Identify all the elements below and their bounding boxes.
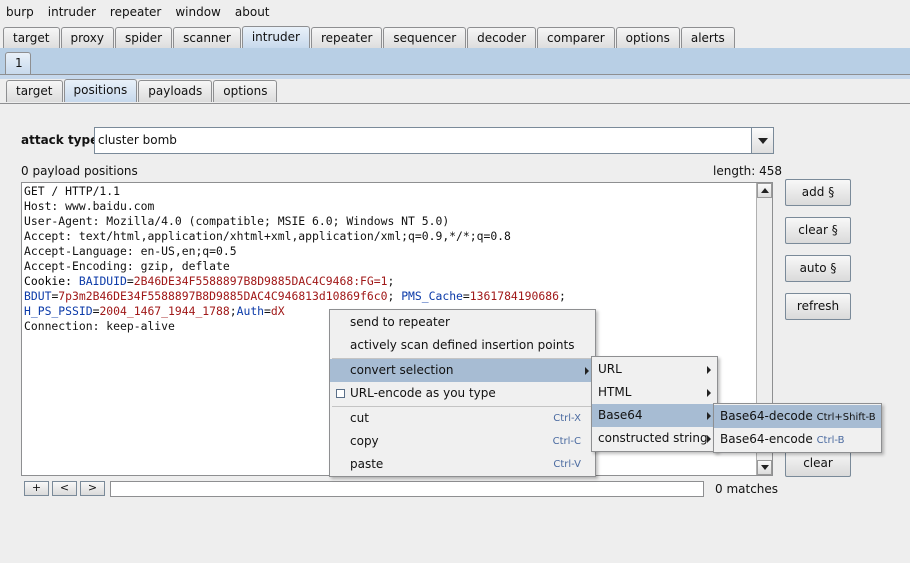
- menu-constructed-string[interactable]: constructed string: [592, 427, 717, 450]
- menu-repeater[interactable]: repeater: [110, 5, 161, 19]
- attack-tab-1[interactable]: 1: [5, 52, 31, 75]
- menu-base64[interactable]: Base64: [592, 404, 717, 427]
- search-input[interactable]: [110, 481, 704, 497]
- arrow-up-icon: [761, 188, 769, 193]
- menu-send-to-repeater[interactable]: send to repeater: [330, 311, 595, 334]
- base64-submenu: Base64-decode Ctrl+Shift-B Base64-encode…: [713, 403, 882, 453]
- tab-alerts[interactable]: alerts: [680, 27, 735, 49]
- intruder-tab-band: [0, 48, 910, 75]
- tab-decoder[interactable]: decoder: [467, 27, 537, 49]
- chevron-down-icon: [758, 138, 768, 144]
- menu-url[interactable]: URL: [592, 358, 717, 381]
- menu-base64-decode[interactable]: Base64-decode Ctrl+Shift-B: [714, 405, 881, 428]
- menu-html[interactable]: HTML: [592, 381, 717, 404]
- subtab-payloads[interactable]: payloads: [138, 80, 213, 102]
- sub-tab-bar: target positions payloads options: [6, 78, 278, 102]
- submenu-arrow-icon: [585, 367, 589, 375]
- scroll-down-button[interactable]: [757, 460, 772, 475]
- tab-intruder[interactable]: intruder: [241, 26, 310, 49]
- dropdown-arrow-button[interactable]: [751, 128, 773, 153]
- search-prev-button[interactable]: <: [52, 481, 77, 496]
- clear-markers-button[interactable]: clear §: [785, 217, 851, 244]
- menu-paste[interactable]: paste Ctrl-V: [330, 453, 595, 476]
- refresh-button[interactable]: refresh: [785, 293, 851, 320]
- menu-copy[interactable]: copy Ctrl-C: [330, 430, 595, 453]
- attack-tab-bar: 1: [5, 51, 32, 75]
- add-marker-button[interactable]: add §: [785, 179, 851, 206]
- tab-spider[interactable]: spider: [114, 27, 173, 49]
- tab-sequencer[interactable]: sequencer: [383, 27, 467, 49]
- menu-convert-selection[interactable]: convert selection: [330, 359, 595, 382]
- submenu-arrow-icon: [707, 412, 711, 420]
- attack-type-value: cluster bomb: [98, 133, 177, 147]
- menu-about[interactable]: about: [235, 5, 270, 19]
- menu-base64-encode[interactable]: Base64-encode Ctrl-B: [714, 428, 881, 451]
- tab-comparer[interactable]: comparer: [537, 27, 615, 49]
- subtab-positions[interactable]: positions: [63, 79, 138, 102]
- checkbox-icon[interactable]: [336, 389, 345, 398]
- search-add-button[interactable]: +: [24, 481, 49, 496]
- menu-burp[interactable]: burp: [6, 5, 34, 19]
- subtab-target[interactable]: target: [6, 80, 63, 102]
- scroll-up-button[interactable]: [757, 183, 772, 198]
- menu-url-encode-toggle[interactable]: URL-encode as you type: [330, 382, 595, 405]
- tab-scanner[interactable]: scanner: [173, 27, 241, 49]
- payload-positions-count: 0 payload positions: [21, 164, 138, 178]
- arrow-down-icon: [761, 465, 769, 470]
- context-menu: send to repeater actively scan defined i…: [329, 309, 596, 477]
- tab-options[interactable]: options: [615, 27, 680, 49]
- convert-submenu: URL HTML Base64 constructed string: [591, 356, 718, 452]
- menu-window[interactable]: window: [175, 5, 221, 19]
- search-matches: 0 matches: [715, 482, 779, 496]
- submenu-arrow-icon: [707, 366, 711, 374]
- subtab-options[interactable]: options: [213, 80, 278, 102]
- tab-repeater[interactable]: repeater: [310, 27, 383, 49]
- submenu-arrow-icon: [707, 389, 711, 397]
- main-tab-bar: target proxy spider scanner intruder rep…: [3, 25, 736, 49]
- menu-active-scan[interactable]: actively scan defined insertion points: [330, 334, 595, 357]
- tab-target[interactable]: target: [3, 27, 60, 49]
- auto-markers-button[interactable]: auto §: [785, 255, 851, 282]
- search-next-button[interactable]: >: [80, 481, 105, 496]
- submenu-arrow-icon: [707, 435, 711, 443]
- attack-type-label: attack type: [21, 133, 99, 147]
- clear-button[interactable]: clear: [785, 450, 851, 477]
- attack-type-dropdown[interactable]: cluster bomb: [94, 127, 774, 154]
- menu-intruder[interactable]: intruder: [48, 5, 96, 19]
- menu-cut[interactable]: cut Ctrl-X: [330, 407, 595, 430]
- menu-bar: burp intruder repeater window about: [0, 0, 910, 24]
- tab-proxy[interactable]: proxy: [60, 27, 114, 49]
- request-length: length: 458: [713, 164, 783, 178]
